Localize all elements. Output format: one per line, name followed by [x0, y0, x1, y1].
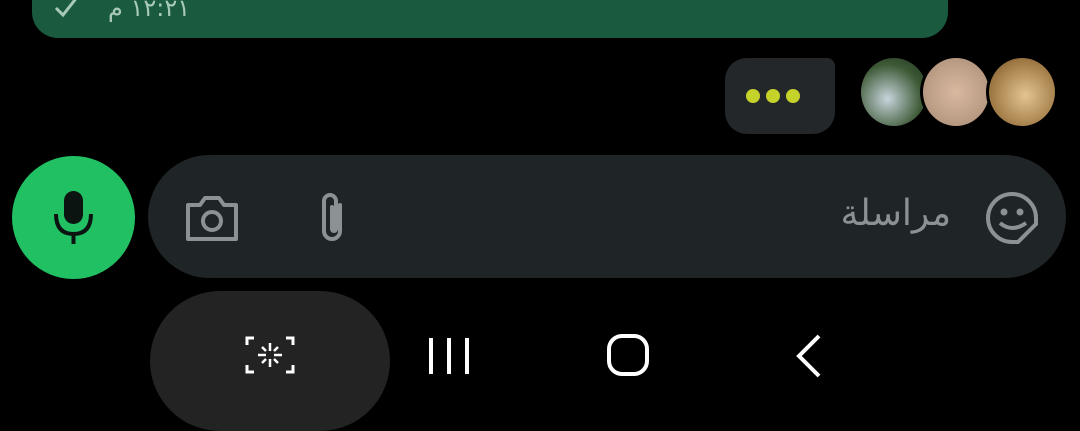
screen-capture-button[interactable]	[150, 291, 390, 431]
message-input[interactable]: مراسلة	[148, 155, 1066, 278]
back-icon[interactable]	[794, 333, 824, 379]
typing-dot	[786, 89, 800, 103]
mic-icon	[54, 191, 93, 244]
mic-button[interactable]	[12, 156, 135, 279]
message-placeholder: مراسلة	[840, 193, 951, 234]
avatar[interactable]	[986, 55, 1058, 129]
avatar[interactable]	[920, 55, 992, 129]
home-icon[interactable]	[606, 333, 650, 377]
camera-icon[interactable]	[184, 193, 240, 243]
screen-capture-icon	[245, 336, 295, 374]
typing-dot	[766, 89, 780, 103]
message-time: ١٢:٢١ م	[108, 0, 191, 22]
recents-icon[interactable]	[428, 336, 472, 376]
sticker-icon[interactable]	[984, 190, 1040, 246]
check-icon	[54, 0, 77, 18]
typing-dot	[746, 89, 760, 103]
attach-icon[interactable]	[312, 191, 352, 247]
typing-indicator	[725, 58, 835, 134]
